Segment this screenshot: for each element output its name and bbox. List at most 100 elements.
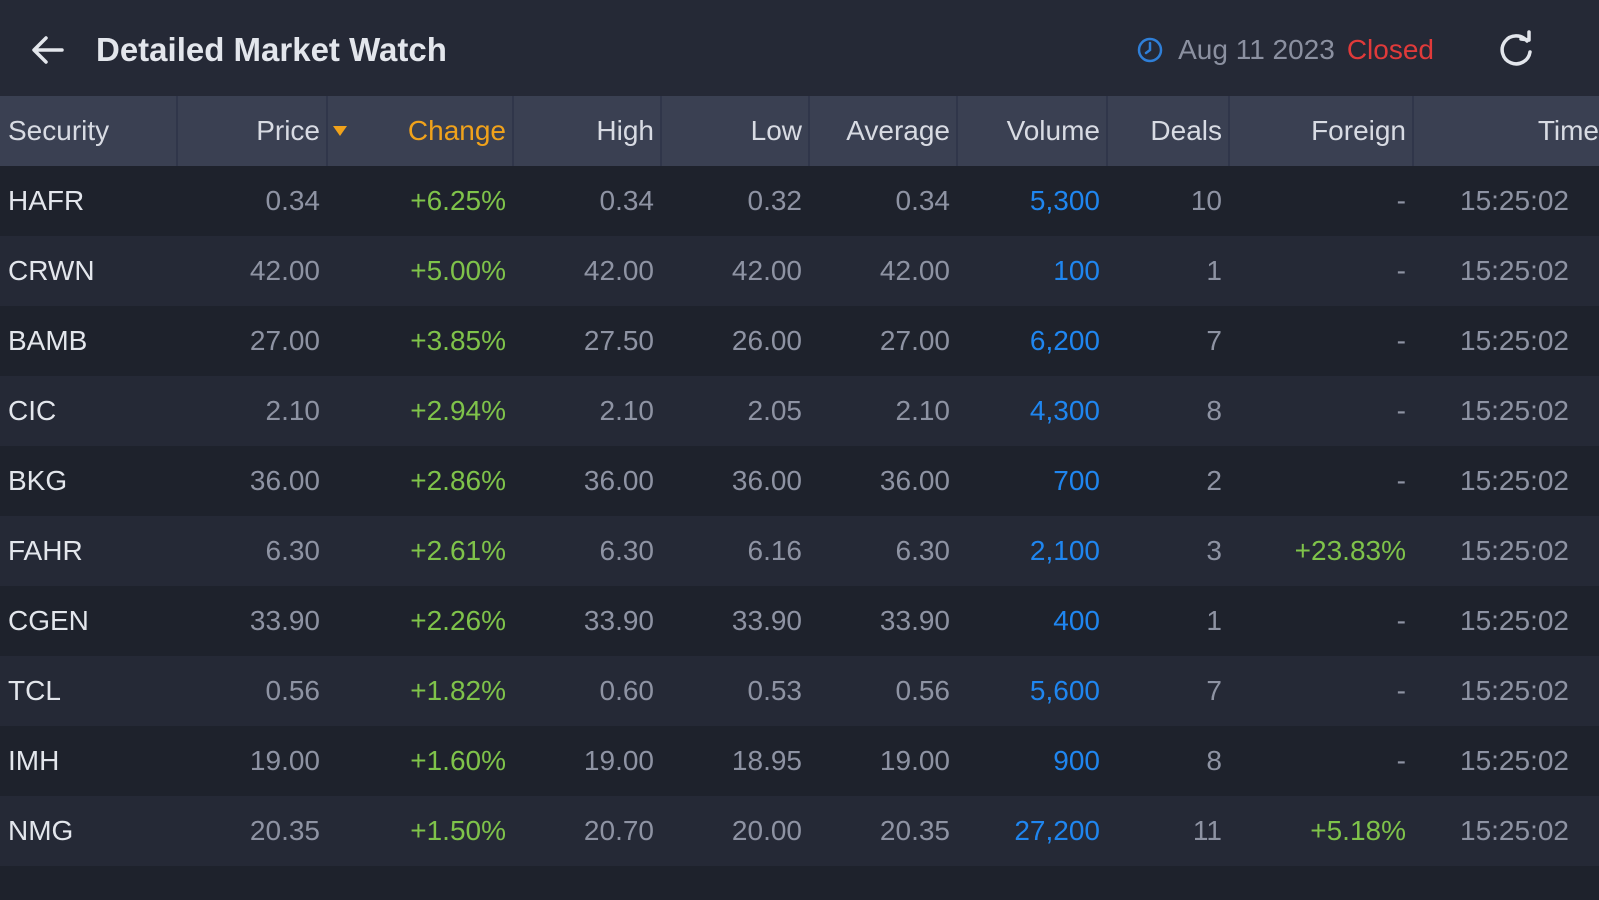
cell-low: 0.32 bbox=[747, 185, 803, 216]
table-body: HAFR 0.34 +6.25% 0.34 0.32 0.34 5,300 10… bbox=[0, 166, 1599, 866]
cell-change: +3.85% bbox=[410, 325, 506, 356]
table-row[interactable]: NMG 20.35 +1.50% 20.70 20.00 20.35 27,20… bbox=[0, 796, 1599, 866]
cell-change: +1.82% bbox=[410, 675, 506, 706]
cell-time: 15:25:02 bbox=[1460, 255, 1569, 286]
cell-low: 20.00 bbox=[731, 815, 802, 846]
cell-average: 0.34 bbox=[895, 185, 951, 216]
cell-volume: 2,100 bbox=[1029, 535, 1100, 566]
top-bar: Detailed Market Watch Aug 11 2023 Closed bbox=[0, 0, 1599, 96]
cell-price: 2.10 bbox=[265, 395, 321, 426]
cell-low: 26.00 bbox=[731, 325, 802, 356]
column-header-high[interactable]: High bbox=[514, 96, 660, 166]
cell-deals: 2 bbox=[1206, 465, 1222, 496]
cell-foreign: - bbox=[1396, 675, 1406, 706]
cell-low: 36.00 bbox=[731, 465, 802, 496]
cell-price: 6.30 bbox=[265, 535, 321, 566]
session-info: Aug 11 2023 Closed bbox=[1136, 28, 1434, 72]
cell-deals: 8 bbox=[1206, 745, 1222, 776]
column-header-security[interactable]: Security bbox=[0, 96, 176, 166]
cell-volume: 5,600 bbox=[1029, 675, 1100, 706]
page-title: Detailed Market Watch bbox=[96, 31, 447, 68]
column-header-foreign[interactable]: Foreign bbox=[1230, 96, 1412, 166]
cell-high: 0.34 bbox=[599, 185, 655, 216]
cell-price: 33.90 bbox=[249, 605, 320, 636]
table-row[interactable]: CRWN 42.00 +5.00% 42.00 42.00 42.00 100 … bbox=[0, 236, 1599, 306]
cell-high: 19.00 bbox=[583, 745, 654, 776]
table-row[interactable]: TCL 0.56 +1.82% 0.60 0.53 0.56 5,600 7 -… bbox=[0, 656, 1599, 726]
market-status: Closed bbox=[1346, 34, 1434, 65]
cell-volume: 5,300 bbox=[1029, 185, 1100, 216]
cell-average: 36.00 bbox=[879, 465, 950, 496]
table-row[interactable]: BAMB 27.00 +3.85% 27.50 26.00 27.00 6,20… bbox=[0, 306, 1599, 376]
cell-high: 42.00 bbox=[583, 255, 654, 286]
cell-foreign: +5.18% bbox=[1310, 815, 1406, 846]
cell-change: +2.94% bbox=[410, 395, 506, 426]
cell-time: 15:25:02 bbox=[1460, 605, 1569, 636]
cell-volume: 6,200 bbox=[1029, 325, 1100, 356]
column-header-volume[interactable]: Volume bbox=[958, 96, 1106, 166]
column-header-average[interactable]: Average bbox=[810, 96, 956, 166]
cell-change: +2.86% bbox=[410, 465, 506, 496]
cell-low: 42.00 bbox=[731, 255, 802, 286]
cell-low: 0.53 bbox=[747, 675, 803, 706]
arrow-left-icon bbox=[32, 36, 64, 64]
cell-deals: 3 bbox=[1206, 535, 1222, 566]
cell-security: FAHR bbox=[8, 535, 83, 566]
column-header-price[interactable]: Price bbox=[178, 96, 326, 166]
sort-desc-icon[interactable] bbox=[333, 126, 347, 136]
cell-deals: 10 bbox=[1190, 185, 1222, 216]
cell-price: 20.35 bbox=[249, 815, 320, 846]
cell-change: +2.26% bbox=[410, 605, 506, 636]
back-button[interactable] bbox=[26, 28, 70, 72]
column-header-time[interactable]: Time bbox=[1414, 96, 1599, 166]
cell-security: CIC bbox=[8, 395, 57, 426]
cell-time: 15:25:02 bbox=[1460, 465, 1569, 496]
cell-foreign: - bbox=[1396, 325, 1406, 356]
cell-average: 42.00 bbox=[879, 255, 950, 286]
cell-volume: 400 bbox=[1053, 605, 1100, 636]
cell-low: 6.16 bbox=[747, 535, 803, 566]
cell-deals: 11 bbox=[1192, 815, 1222, 846]
cell-deals: 8 bbox=[1206, 395, 1222, 426]
cell-high: 2.10 bbox=[599, 395, 655, 426]
table-row[interactable]: CGEN 33.90 +2.26% 33.90 33.90 33.90 400 … bbox=[0, 586, 1599, 656]
cell-time: 15:25:02 bbox=[1460, 815, 1569, 846]
cell-security: CGEN bbox=[8, 605, 89, 636]
cell-price: 0.56 bbox=[265, 675, 321, 706]
cell-average: 2.10 bbox=[895, 395, 951, 426]
cell-deals: 7 bbox=[1206, 325, 1222, 356]
clock-icon bbox=[1137, 37, 1163, 63]
cell-price: 0.34 bbox=[265, 185, 321, 216]
cell-price: 42.00 bbox=[249, 255, 320, 286]
cell-foreign: +23.83% bbox=[1294, 535, 1406, 566]
cell-time: 15:25:02 bbox=[1460, 395, 1569, 426]
cell-time: 15:25:02 bbox=[1460, 745, 1569, 776]
cell-change: +1.60% bbox=[410, 745, 506, 776]
cell-foreign: - bbox=[1396, 255, 1406, 286]
cell-foreign: - bbox=[1396, 465, 1406, 496]
table-row[interactable]: CIC 2.10 +2.94% 2.10 2.05 2.10 4,300 8 -… bbox=[0, 376, 1599, 446]
session-date: Aug 11 2023 bbox=[1178, 34, 1335, 65]
cell-time: 15:25:02 bbox=[1460, 185, 1569, 216]
cell-foreign: - bbox=[1396, 605, 1406, 636]
table-row[interactable]: BKG 36.00 +2.86% 36.00 36.00 36.00 700 2… bbox=[0, 446, 1599, 516]
table-row[interactable]: FAHR 6.30 +2.61% 6.30 6.16 6.30 2,100 3 … bbox=[0, 516, 1599, 586]
cell-security: BKG bbox=[8, 465, 68, 496]
cell-average: 20.35 bbox=[879, 815, 950, 846]
column-header-change[interactable]: Change bbox=[328, 96, 512, 166]
cell-high: 6.30 bbox=[599, 535, 655, 566]
cell-volume: 27,200 bbox=[1014, 815, 1100, 846]
cell-security: TCL bbox=[8, 675, 61, 706]
table-row[interactable]: IMH 19.00 +1.60% 19.00 18.95 19.00 900 8… bbox=[0, 726, 1599, 796]
table-row[interactable]: HAFR 0.34 +6.25% 0.34 0.32 0.34 5,300 10… bbox=[0, 166, 1599, 236]
cell-average: 33.90 bbox=[879, 605, 950, 636]
cell-low: 33.90 bbox=[731, 605, 802, 636]
cell-change: +1.50% bbox=[410, 815, 506, 846]
cell-high: 36.00 bbox=[583, 465, 654, 496]
cell-volume: 900 bbox=[1053, 745, 1100, 776]
cell-security: BAMB bbox=[8, 325, 88, 356]
column-header-low[interactable]: Low bbox=[662, 96, 808, 166]
refresh-button[interactable] bbox=[1494, 28, 1538, 72]
column-header-deals[interactable]: Deals bbox=[1108, 96, 1228, 166]
cell-deals: 7 bbox=[1206, 675, 1222, 706]
